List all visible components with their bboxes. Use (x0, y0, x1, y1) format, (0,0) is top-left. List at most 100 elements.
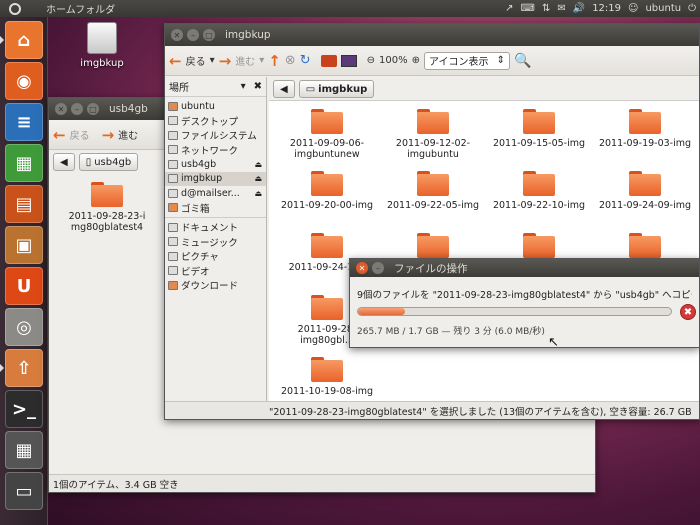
desktop-drive-icon[interactable]: imgbkup (62, 22, 142, 69)
drive-icon (168, 174, 178, 184)
power-icon[interactable]: ⏻ (688, 3, 696, 14)
launcher-software-center[interactable]: ▣ (5, 226, 43, 264)
user-name[interactable]: ubuntu (645, 3, 681, 14)
ubuntu-dash-button[interactable] (0, 0, 30, 17)
launcher-ubuntu-one[interactable]: U (5, 267, 43, 305)
view-mode-select[interactable]: アイコン表示 ⇕ (423, 51, 510, 70)
forward-button[interactable]: 進む (118, 127, 138, 142)
file-item[interactable]: 2011-09-22-05-img (383, 171, 483, 211)
back-arrow-icon: ← (169, 51, 182, 70)
eject-icon[interactable]: ⏏ (254, 160, 262, 169)
copy-progress-fill (358, 308, 405, 315)
sidebar-item-[interactable]: デスクトップ (165, 114, 266, 129)
launcher-workspaces[interactable]: ▦ (5, 431, 43, 469)
launcher-impress[interactable]: ▤ (5, 185, 43, 223)
running-indicator (0, 364, 4, 372)
path-imgbkup[interactable]: ▭ imgbkup (298, 80, 375, 98)
sidebar-item-imgbkup[interactable]: imgbkup ⏏ (165, 171, 266, 186)
launcher-home-folder[interactable]: ⌂ (5, 21, 43, 59)
pointer-icon[interactable]: ↗ (505, 3, 513, 14)
maximize-button[interactable]: □ (203, 29, 215, 41)
path-back-arrow[interactable]: ◀ (273, 80, 295, 98)
file-label: 2011-09-22-05-img (386, 200, 480, 211)
places-menu-icon[interactable]: ▾ (241, 81, 246, 92)
file-label: 2011-09-12-02- (395, 138, 471, 149)
network-icon[interactable]: ⇅ (542, 3, 550, 14)
sidebar-item-[interactable]: ミュージック (165, 235, 266, 250)
usb-file-item[interactable]: 2011-09-28-23-img80gblatest4 (57, 182, 157, 233)
reload-icon[interactable]: ↻ (300, 53, 311, 68)
close-button[interactable]: ✕ (171, 29, 183, 41)
home-icon: ⌂ (17, 29, 31, 51)
zoom-out-icon[interactable]: ⊖ (367, 55, 375, 66)
sidebar-item-[interactable]: ビデオ (165, 264, 266, 279)
sidebar-item-dmailser[interactable]: d@mailser... ⏏ (165, 186, 266, 201)
sidebar-item-label: ネットワーク (181, 145, 239, 157)
writer-icon: ≡ (16, 111, 32, 133)
file-item[interactable]: 2011-09-20-00-img (277, 171, 377, 211)
sidebar-item-usb4gb[interactable]: usb4gb ⏏ (165, 157, 266, 172)
computer-icon[interactable] (340, 54, 357, 67)
home-folder-icon[interactable] (320, 54, 337, 67)
close-sidebar-icon[interactable]: ✖ (254, 81, 262, 92)
sidebar-item-[interactable]: ピクチャ (165, 249, 266, 264)
keyboard-icon[interactable]: ⌨ (521, 3, 535, 14)
cancel-copy-icon[interactable]: ✖ (680, 304, 696, 320)
launcher-calc[interactable]: ▦ (5, 144, 43, 182)
filesystem-icon (168, 130, 178, 140)
file-item[interactable]: 2011-09-15-05-img (489, 109, 589, 149)
path-back-arrow[interactable]: ◀ (53, 153, 75, 171)
file-item[interactable]: 2011-10-19-08-img (277, 357, 377, 397)
clock[interactable]: 12:19 (592, 3, 621, 14)
launcher-installer[interactable]: ⇧ (5, 349, 43, 387)
back-menu-icon[interactable]: ▾ (210, 55, 215, 66)
folder-icon (417, 233, 449, 258)
forward-button[interactable]: 進む (235, 53, 255, 68)
mail-icon[interactable]: ✉ (557, 3, 565, 14)
download-icon (168, 280, 178, 290)
minimize-button[interactable]: – (71, 103, 83, 115)
file-item[interactable]: 2011-09-22-10-img (489, 171, 589, 211)
sidebar-item-ubuntu[interactable]: ubuntu (165, 99, 266, 114)
file-label-line2: imgubuntu (407, 149, 459, 160)
search-icon[interactable]: 🔍 (514, 53, 531, 69)
minimize-button[interactable]: – (372, 262, 384, 274)
close-button[interactable]: ✕ (55, 103, 67, 115)
launcher-shotwell[interactable]: ◎ (5, 308, 43, 346)
dialog-title: ファイルの操作 (394, 262, 468, 275)
sidebar-item-[interactable]: ドキュメント (165, 220, 266, 235)
sidebar-item-[interactable]: ダウンロード (165, 278, 266, 293)
up-arrow-icon[interactable]: ↑ (268, 52, 281, 70)
volume-icon[interactable]: 🔊 (573, 3, 585, 14)
imgbkup-toolbar: ← 戻る ▾ → 進む ▾ ↑ ⊗ ↻ ⊖ 100% ⊕ アイコン表示 ⇕ 🔍 (165, 46, 699, 76)
eject-icon[interactable]: ⏏ (254, 174, 262, 183)
forward-arrow-icon: → (218, 51, 232, 70)
minimize-button[interactable]: – (187, 29, 199, 41)
maximize-button[interactable]: □ (87, 103, 99, 115)
zoom-in-icon[interactable]: ⊕ (412, 55, 420, 66)
sidebar-item-label: ubuntu (181, 100, 215, 112)
sidebar-item-[interactable]: ゴミ箱 (165, 201, 266, 216)
file-item[interactable]: 2011-09-09-06- imgbuntunew (277, 109, 377, 160)
launcher-terminal[interactable]: >_ (5, 390, 43, 428)
file-item[interactable]: 2011-09-12-02- imgubuntu (383, 109, 483, 160)
launcher-writer[interactable]: ≡ (5, 103, 43, 141)
stop-icon[interactable]: ⊗ (285, 53, 296, 68)
dialog-titlebar[interactable]: ✕ – ファイルの操作 (350, 259, 699, 277)
file-item[interactable]: 2011-09-24-09-img (595, 171, 695, 211)
imgbkup-titlebar[interactable]: ✕ – □ imgbkup (165, 24, 699, 46)
launcher-drive[interactable]: ▭ (5, 472, 43, 510)
folder-icon (417, 171, 449, 196)
eject-icon[interactable]: ⏏ (254, 189, 262, 198)
sidebar-item-[interactable]: ファイルシステム (165, 128, 266, 143)
close-button[interactable]: ✕ (356, 262, 368, 274)
forward-menu-icon[interactable]: ▾ (259, 55, 264, 66)
back-button[interactable]: 戻る (70, 127, 90, 142)
launcher-firefox[interactable]: ◉ (5, 62, 43, 100)
file-item[interactable]: 2011-09-19-03-img (595, 109, 695, 149)
documents-icon (168, 222, 178, 232)
back-button[interactable]: 戻る (186, 53, 206, 68)
folder-icon (629, 109, 661, 134)
sidebar-item-[interactable]: ネットワーク (165, 143, 266, 158)
path-usb4gb[interactable]: ▯ usb4gb (78, 153, 139, 171)
